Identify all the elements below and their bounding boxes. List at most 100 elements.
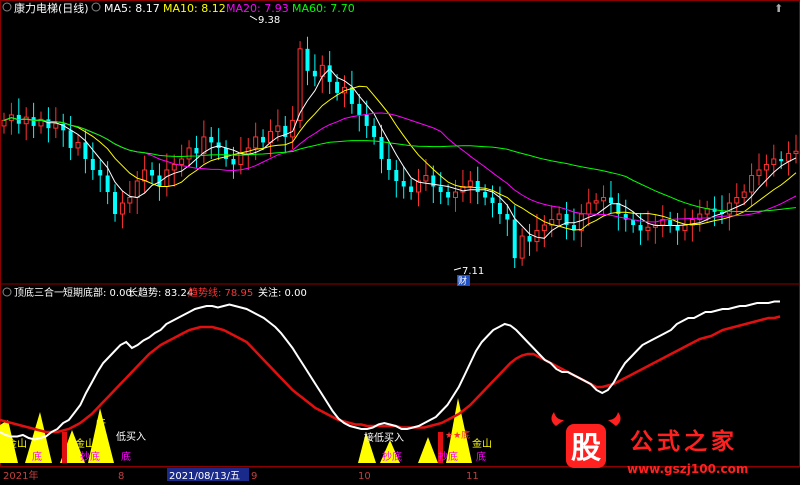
indicator-header: 顶底三合一 短期底部: 0.00 长趋势: 83.24 趋势线: 78.95 关… bbox=[2, 286, 307, 299]
candle-body bbox=[379, 136, 384, 159]
candle-body bbox=[171, 163, 177, 171]
indicator-lines bbox=[0, 300, 781, 441]
candle-body bbox=[357, 103, 362, 115]
ma-toggle-icon[interactable] bbox=[91, 2, 101, 12]
candle-body bbox=[253, 136, 259, 149]
indicator-collapse-icon[interactable] bbox=[2, 287, 12, 297]
collapse-icon[interactable] bbox=[2, 2, 12, 12]
candle-body bbox=[386, 158, 391, 170]
candle-body bbox=[423, 174, 429, 182]
candle-body bbox=[519, 235, 525, 259]
candle-body bbox=[75, 141, 81, 149]
signal-label: 底 bbox=[476, 450, 486, 463]
signal-label: ★★底 bbox=[445, 429, 470, 441]
candle-body bbox=[593, 200, 599, 204]
signal-label: 抄底 bbox=[80, 450, 100, 463]
candle-body bbox=[793, 150, 799, 154]
indicator-name: 顶底三合一 bbox=[14, 286, 64, 299]
candle-body bbox=[556, 213, 562, 221]
candle-body bbox=[119, 202, 125, 215]
candle-body bbox=[209, 136, 214, 143]
candle-body bbox=[46, 119, 51, 129]
logo-text: 股 bbox=[571, 431, 601, 466]
right-horn-icon bbox=[608, 412, 621, 426]
candle-body bbox=[779, 158, 784, 162]
signal-label: 接低买入 bbox=[364, 431, 404, 444]
candle-body bbox=[527, 236, 532, 242]
date-axis-month: 10 bbox=[358, 471, 371, 481]
watermark-title: 公式之家 bbox=[630, 428, 738, 455]
signal-label: 牛 bbox=[96, 416, 106, 429]
candle-body bbox=[142, 169, 148, 182]
chart-frame bbox=[0, 0, 800, 467]
attention-label: 关注: 0.00 bbox=[258, 286, 307, 299]
selected-date[interactable]: 2021/08/13/五 bbox=[169, 471, 240, 482]
candle-body bbox=[164, 169, 170, 188]
date-axis-month: 11 bbox=[466, 471, 479, 481]
ma60-label: MA60: 7.70 bbox=[292, 2, 355, 15]
candle-body bbox=[668, 219, 673, 226]
candle-body bbox=[335, 81, 340, 93]
candle-body bbox=[512, 219, 517, 259]
candle-body bbox=[1, 119, 7, 127]
candle-body bbox=[68, 130, 73, 148]
candle-body bbox=[749, 174, 755, 193]
candle-body bbox=[194, 147, 199, 154]
candle-body bbox=[467, 180, 473, 188]
candle-body bbox=[394, 169, 399, 181]
candle-body bbox=[475, 180, 480, 193]
maximize-icon[interactable]: ⬆ bbox=[774, 2, 783, 15]
signal-label: 金山 bbox=[472, 437, 492, 450]
high-marker-line bbox=[249, 15, 258, 21]
candle-body bbox=[134, 180, 140, 199]
candle-body bbox=[150, 169, 155, 176]
candle-body bbox=[682, 224, 688, 232]
candle-body bbox=[364, 114, 369, 126]
candle-body bbox=[98, 169, 103, 176]
signal-label: 底 bbox=[121, 450, 131, 463]
candle-body bbox=[741, 191, 747, 199]
ma5-label: MA5: 8.17 bbox=[104, 2, 160, 15]
candle-body bbox=[201, 136, 207, 154]
candle-body bbox=[312, 70, 317, 77]
watermark-url: www.gszj100.com bbox=[627, 462, 748, 476]
date-axis-month: 8 bbox=[118, 471, 124, 481]
high-price-label: 9.38 bbox=[258, 15, 280, 26]
candle-body bbox=[327, 65, 332, 82]
candle-body bbox=[771, 158, 777, 165]
candle-body bbox=[497, 203, 502, 215]
candle-body bbox=[608, 197, 613, 204]
date-axis-month: 9 bbox=[251, 471, 257, 481]
gold-mountain bbox=[418, 437, 438, 463]
low-marker-line bbox=[453, 267, 462, 271]
candle-body bbox=[453, 191, 459, 199]
candle-body bbox=[31, 117, 36, 126]
watermark: 股 公式之家 www.gszj100.com bbox=[551, 412, 748, 476]
candle-body bbox=[645, 226, 651, 232]
candle-body bbox=[90, 158, 95, 170]
date-axis-year: 2021年 bbox=[3, 469, 38, 481]
candle-body bbox=[490, 197, 495, 204]
long-trend-label: 长趋势: 83.24 bbox=[128, 286, 193, 299]
candle-body bbox=[763, 163, 769, 171]
signal-label: 金山 bbox=[75, 437, 95, 450]
signal-label: 抄底 bbox=[438, 450, 458, 463]
candle-body bbox=[305, 48, 310, 71]
candle-body bbox=[231, 158, 236, 165]
candle-body bbox=[261, 136, 266, 143]
candle-body bbox=[483, 192, 488, 198]
candlesticks bbox=[1, 36, 799, 268]
candle-body bbox=[113, 192, 118, 215]
candle-body bbox=[505, 214, 510, 220]
candle-body bbox=[372, 125, 377, 137]
candle-body bbox=[409, 186, 414, 193]
candle-body bbox=[401, 180, 406, 187]
candle-body bbox=[446, 192, 451, 198]
finance-badge[interactable]: 财 bbox=[458, 275, 467, 287]
candle-body bbox=[541, 224, 547, 232]
grid bbox=[0, 0, 800, 467]
candle-body bbox=[127, 197, 133, 204]
ma10-label: MA10: 8.12 bbox=[163, 2, 226, 15]
candle-body bbox=[275, 125, 281, 132]
candle-body bbox=[105, 175, 110, 193]
